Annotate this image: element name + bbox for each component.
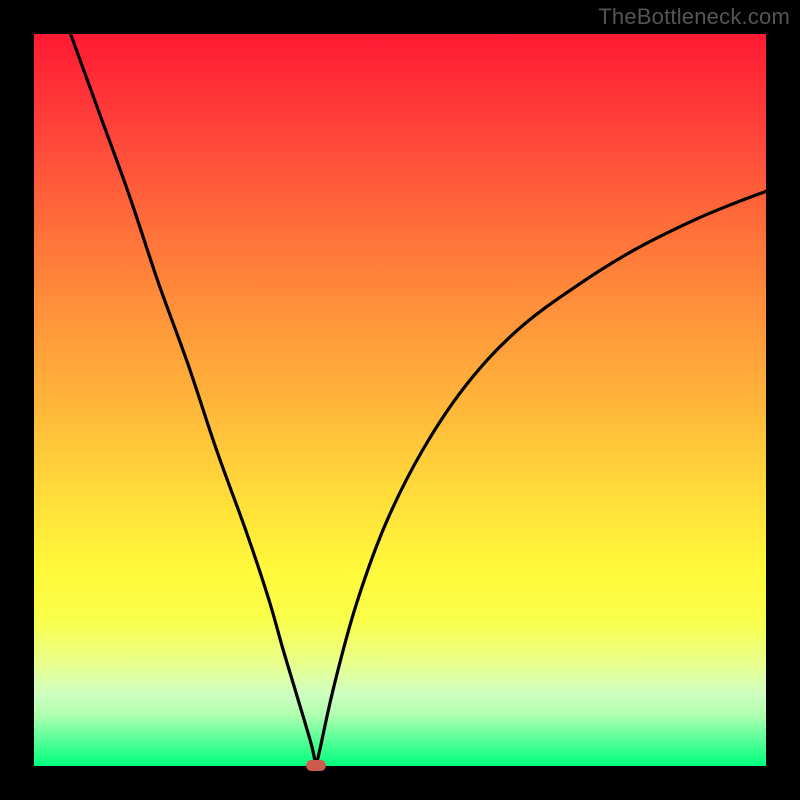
watermark-text: TheBottleneck.com — [598, 4, 790, 30]
chart-svg — [34, 34, 766, 766]
chart-frame: TheBottleneck.com — [0, 0, 800, 800]
minimum-marker — [306, 760, 326, 771]
bottleneck-curve-right — [316, 191, 766, 766]
bottleneck-curve-left — [71, 34, 316, 766]
